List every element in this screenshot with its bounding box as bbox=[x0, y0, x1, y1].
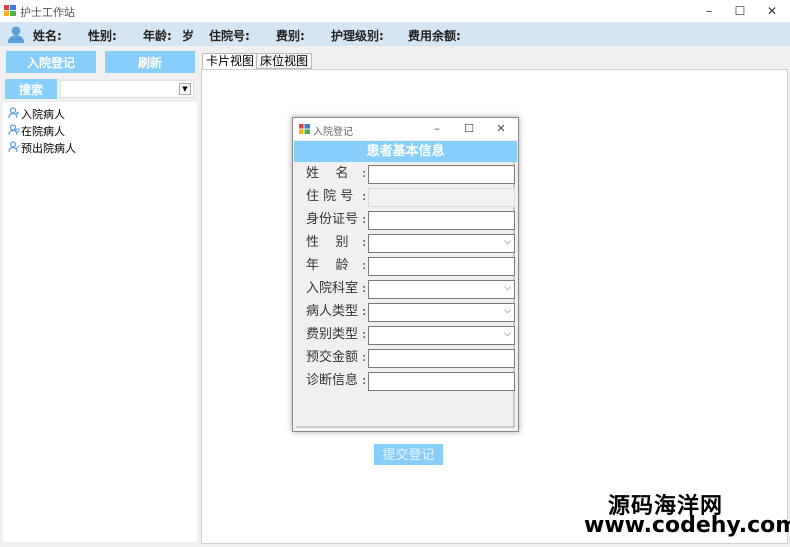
gender-label: 性别: bbox=[88, 29, 117, 43]
age-label: 年 龄 bbox=[306, 258, 349, 273]
field-colon: : bbox=[362, 258, 367, 273]
patient-icon bbox=[8, 124, 20, 136]
name-label: 姓 名 bbox=[306, 166, 349, 181]
dialog-minimize-button[interactable]: – bbox=[426, 120, 448, 138]
search-combobox[interactable]: ▼ bbox=[60, 80, 194, 98]
field-colon: : bbox=[362, 166, 367, 181]
field-colon: : bbox=[362, 235, 367, 250]
name-label: 姓名: bbox=[33, 29, 62, 43]
submit-registration-button[interactable]: 提交登记 bbox=[374, 444, 443, 465]
registration-form: 提交登记 姓 名:住 院 号: 身份证号: 性 别: ⌵ 年 龄: 入院科室: ⌵ 病人类型:… bbox=[296, 162, 515, 465]
department-label: 入院科室 bbox=[306, 281, 359, 296]
id-card-label: 身份证号 bbox=[306, 212, 359, 227]
age-unit: 岁 bbox=[182, 29, 195, 43]
age-label: 年龄: bbox=[143, 29, 172, 43]
dropdown-arrow-icon[interactable]: ▼ bbox=[179, 83, 191, 95]
chevron-down-icon[interactable]: ⌵ bbox=[504, 329, 511, 339]
deposit-amount-label: 预交金额 bbox=[306, 350, 359, 365]
dialog-close-button[interactable]: ✕ bbox=[490, 120, 512, 138]
field-colon: : bbox=[362, 373, 367, 388]
chevron-down-icon[interactable]: ⌵ bbox=[504, 237, 511, 247]
admission-no-input bbox=[368, 188, 515, 207]
minimize-button[interactable]: – bbox=[694, 0, 724, 22]
fee-type-label: 费别: bbox=[276, 29, 305, 43]
dialog-title: 入院登记 bbox=[313, 127, 353, 138]
id-card-input[interactable] bbox=[368, 211, 515, 230]
field-colon: : bbox=[362, 350, 367, 365]
fee-type-label: 费别类型 bbox=[306, 327, 359, 342]
gender-select[interactable]: ⌵ bbox=[368, 234, 515, 253]
fee-type-select[interactable]: ⌵ bbox=[368, 326, 515, 345]
admission-no-label: 住院号: bbox=[209, 29, 250, 43]
name-input[interactable] bbox=[368, 165, 515, 184]
patient-tree: 入院病人 在院病人 预出院病人 bbox=[3, 102, 197, 542]
tab-bed-view[interactable]: 床位视图 bbox=[256, 53, 313, 69]
app-icon bbox=[4, 5, 16, 16]
diagnosis-label: 诊断信息 bbox=[306, 373, 359, 388]
watermark-line2: www.codehy.com bbox=[584, 513, 790, 538]
window-title: 护士工作站 bbox=[20, 6, 75, 19]
gender-label: 性 别 bbox=[306, 235, 349, 250]
field-colon: : bbox=[362, 304, 367, 319]
window-titlebar: 护士工作站 – ☐ ✕ bbox=[0, 0, 790, 22]
patient-type-label: 病人类型 bbox=[306, 304, 359, 319]
patient-icon bbox=[8, 107, 19, 119]
care-level-label: 护理级别: bbox=[331, 29, 384, 43]
balance-label: 费用余额: bbox=[408, 29, 461, 43]
dialog-maximize-button[interactable]: ☐ bbox=[458, 120, 480, 138]
admission-register-button[interactable]: 入院登记 bbox=[6, 51, 96, 73]
deposit-amount-input[interactable] bbox=[368, 349, 515, 368]
field-colon: : bbox=[362, 189, 367, 204]
chevron-down-icon[interactable]: ⌵ bbox=[504, 306, 511, 316]
field-colon: : bbox=[362, 327, 367, 342]
patient-info-bar: 姓名: 性别: 年龄: 岁 住院号: 费别: 护理级别: 费用余额: bbox=[0, 22, 790, 46]
department-select[interactable]: ⌵ bbox=[368, 280, 515, 299]
dialog-titlebar: 入院登记 – ☐ ✕ bbox=[293, 118, 518, 140]
tab-card-view[interactable]: 卡片视图 bbox=[202, 53, 259, 70]
search-button[interactable]: 搜索 bbox=[5, 79, 57, 99]
chevron-down-icon[interactable]: ⌵ bbox=[504, 283, 511, 293]
age-input[interactable] bbox=[368, 257, 515, 276]
patient-type-select[interactable]: ⌵ bbox=[368, 303, 515, 322]
dialog-header: 患者基本信息 bbox=[294, 141, 517, 162]
close-button[interactable]: ✕ bbox=[757, 0, 787, 22]
field-colon: : bbox=[362, 281, 367, 296]
patient-icon bbox=[8, 141, 20, 153]
field-colon: : bbox=[362, 212, 367, 227]
diagnosis-input[interactable] bbox=[368, 372, 515, 391]
app-icon bbox=[299, 124, 310, 134]
admission-dialog: 入院登记 – ☐ ✕ 患者基本信息 提交登记 姓 名:住 院 号: 身份证号: 性 … bbox=[292, 117, 519, 465]
user-icon bbox=[8, 26, 24, 43]
maximize-button[interactable]: ☐ bbox=[725, 0, 755, 22]
refresh-button[interactable]: 刷新 bbox=[105, 51, 195, 73]
admission-no-label: 住 院 号 bbox=[306, 189, 354, 204]
